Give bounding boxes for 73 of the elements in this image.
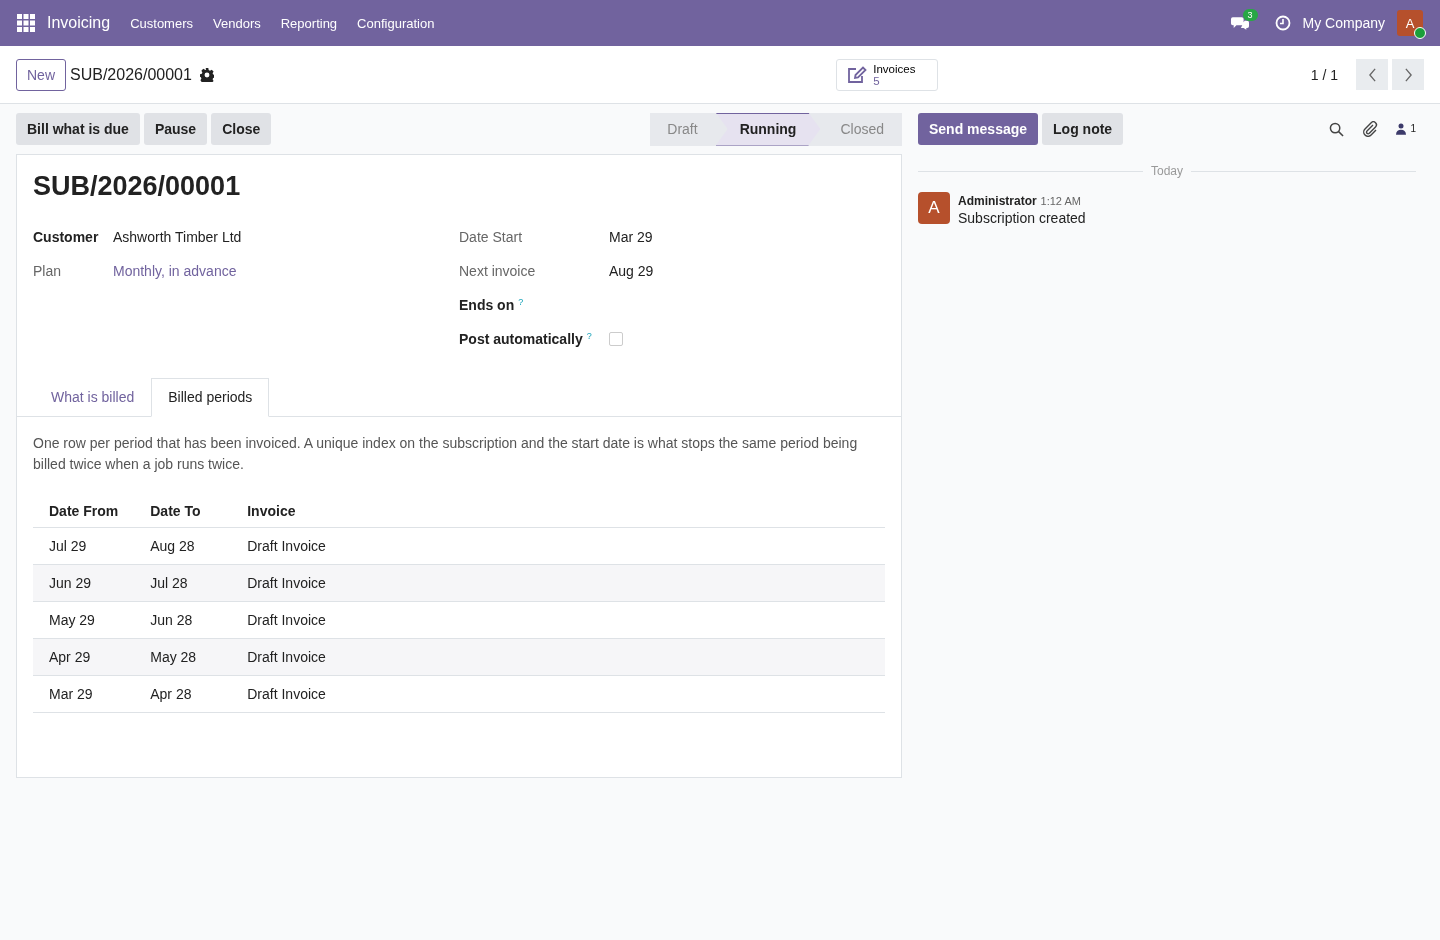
table-cell: Apr 28 — [134, 675, 232, 713]
menu-item[interactable]: Customers — [130, 15, 193, 31]
action-button[interactable]: Bill what is due — [16, 113, 140, 145]
smart-button-count: 5 — [873, 74, 880, 87]
gear-icon[interactable] — [199, 67, 214, 82]
author-avatar: A — [918, 192, 950, 224]
smart-button-label: Invoices — [873, 62, 916, 75]
clock-icon[interactable] — [1274, 15, 1291, 31]
table-cell: Draft Invoice — [231, 675, 342, 713]
chevron-right-icon — [1403, 67, 1413, 82]
checkbox[interactable] — [609, 332, 623, 346]
notebook-tab[interactable]: What is billed — [34, 378, 152, 417]
field-label: Date Start — [459, 229, 523, 245]
table-cell: Draft Invoice — [231, 527, 342, 565]
column-header: Invoice — [231, 495, 342, 528]
message-time: 1:12 AM — [1040, 195, 1081, 207]
action-button[interactable]: Close — [211, 113, 272, 145]
table-cell: Apr 29 — [33, 638, 135, 676]
table-cell: May 28 — [134, 638, 232, 676]
table-cell: May 29 — [33, 601, 135, 639]
menu-item[interactable]: Reporting — [280, 15, 338, 31]
table-cell: Jul 28 — [134, 564, 232, 602]
followers-count: 1 — [1410, 123, 1416, 134]
invoices-smart-button[interactable]: Invoices 5 — [836, 58, 939, 91]
field-label: Plan — [33, 263, 63, 279]
log-note-button[interactable]: Log note — [1042, 113, 1124, 145]
send-message-button[interactable]: Send message — [918, 113, 1039, 145]
table-cell: Draft Invoice — [231, 601, 342, 639]
status-stage[interactable]: Closed — [820, 112, 902, 146]
column-header: Date From — [33, 495, 135, 528]
notebook-tab[interactable]: Billed periods — [151, 378, 270, 417]
record-title: SUB/2026/00001 — [33, 171, 242, 202]
user-avatar[interactable]: A — [1397, 10, 1423, 36]
action-button[interactable]: Pause — [143, 113, 208, 145]
chat-icon[interactable] — [1230, 15, 1249, 31]
column-header: Date To — [134, 495, 232, 528]
message-count-badge: 3 — [1242, 8, 1258, 21]
menu-item[interactable]: Configuration — [357, 15, 435, 31]
table-cell: Draft Invoice — [231, 638, 342, 676]
status-stage[interactable]: Draft — [650, 112, 716, 146]
app-name[interactable]: Invoicing — [47, 14, 111, 32]
message-body: Subscription created — [958, 210, 1086, 226]
date-separator: Today — [1151, 164, 1183, 178]
table-cell: Draft Invoice — [231, 564, 342, 602]
apps-grid-icon[interactable] — [17, 14, 35, 32]
table-cell: Jul 29 — [33, 527, 135, 565]
table-cell: Jun 29 — [33, 564, 135, 602]
field-value: Mar 29 — [609, 229, 653, 245]
person-icon[interactable] — [1396, 123, 1407, 135]
edit-icon — [847, 64, 868, 85]
new-button[interactable]: New — [16, 58, 66, 91]
help-text: One row per period that has been invoiced. A unique index on the subscription and the start date is what stops the same period being billed twice when a job runs twice. — [33, 434, 859, 474]
field-value: Aug 29 — [609, 263, 654, 279]
table-cell: Jun 28 — [134, 601, 232, 639]
field-link[interactable]: Monthly, in advance — [113, 263, 237, 279]
field-label: Customer — [33, 229, 100, 245]
menu-item[interactable]: Vendors — [213, 15, 261, 31]
breadcrumb-title: SUB/2026/00001 — [70, 65, 192, 84]
help-tooltip[interactable]: ? — [518, 297, 524, 313]
field-label: Next invoice — [459, 263, 536, 279]
search-icon[interactable] — [1329, 121, 1345, 137]
field-label: Ends on — [459, 297, 515, 313]
company-name[interactable]: My Company — [1302, 15, 1385, 31]
table-cell: Aug 28 — [134, 527, 232, 565]
author-name: Administrator — [958, 194, 1037, 208]
paperclip-icon[interactable] — [1362, 121, 1379, 137]
help-tooltip[interactable]: ? — [586, 331, 592, 347]
status-stage[interactable]: Running — [715, 112, 821, 146]
chevron-left-icon — [1367, 67, 1377, 82]
field-label: Post automatically — [459, 331, 583, 347]
field-value: Ashworth Timber Ltd — [113, 229, 242, 245]
pager-value: 1 / 1 — [1310, 66, 1338, 83]
table-cell: Mar 29 — [33, 675, 135, 713]
